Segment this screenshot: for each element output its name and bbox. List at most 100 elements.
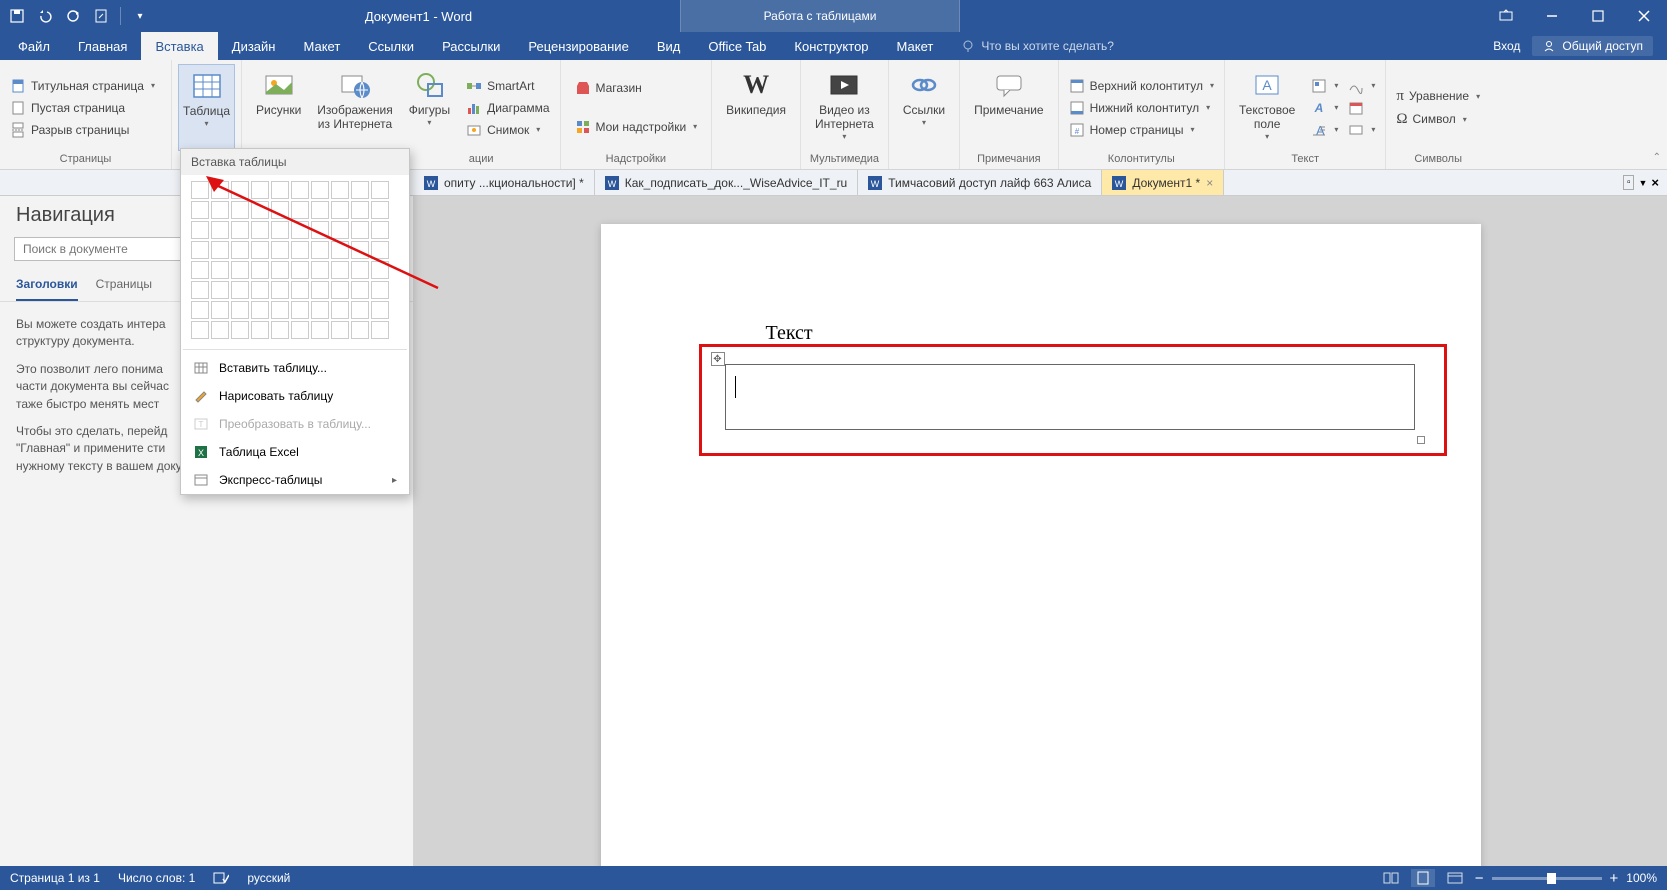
status-language[interactable]: русский (247, 871, 290, 885)
online-video-button[interactable]: Видео из Интернета▾ (807, 64, 882, 151)
footer-button[interactable]: Нижний колонтитул▾ (1065, 98, 1218, 118)
doc-tab-2[interactable]: WКак_подписать_док..._WiseAdvice_IT_ru (595, 170, 859, 195)
insert-table-menuitem[interactable]: Вставить таблицу... (181, 354, 409, 382)
table-grid-cell[interactable] (211, 281, 229, 299)
sign-in-link[interactable]: Вход (1493, 39, 1520, 53)
tab-list-icon[interactable]: ▼ (1638, 178, 1647, 188)
nav-tab-pages[interactable]: Страницы (96, 271, 152, 301)
wordart-button[interactable]: A▾ (1307, 98, 1342, 118)
spellcheck-icon[interactable] (213, 871, 229, 885)
table-grid-cell[interactable] (191, 301, 209, 319)
textbox-button[interactable]: AТекстовое поле▾ (1231, 64, 1303, 151)
table-grid-cell[interactable] (211, 321, 229, 339)
zoom-in-button[interactable]: + (1610, 870, 1619, 887)
table-grid-cell[interactable] (251, 241, 269, 259)
nav-tab-headings[interactable]: Заголовки (16, 271, 78, 301)
online-pictures-button[interactable]: Изображения из Интернета (309, 64, 400, 151)
comment-button[interactable]: Примечание (966, 64, 1051, 151)
read-mode-icon[interactable] (1379, 869, 1403, 887)
maximize-icon[interactable] (1575, 0, 1621, 32)
table-grid-cell[interactable] (351, 261, 369, 279)
table-grid-cell[interactable] (231, 181, 249, 199)
table-grid-cell[interactable] (331, 281, 349, 299)
tab-references[interactable]: Ссылки (354, 32, 428, 60)
table-grid-cell[interactable] (231, 261, 249, 279)
table-grid-cell[interactable] (291, 281, 309, 299)
doc-tab-4[interactable]: WДокумент1 *× (1102, 170, 1224, 195)
close-tab-icon[interactable]: × (1206, 176, 1213, 190)
tab-review[interactable]: Рецензирование (514, 32, 642, 60)
table-grid-cell[interactable] (351, 281, 369, 299)
table-grid-cell[interactable] (251, 321, 269, 339)
tab-layout2[interactable]: Макет (883, 32, 948, 60)
signature-button[interactable]: ▾ (1344, 76, 1379, 96)
table-grid-cell[interactable] (371, 221, 389, 239)
datetime-button[interactable] (1344, 98, 1379, 118)
tab-constructor[interactable]: Конструктор (780, 32, 882, 60)
touch-mode-icon[interactable] (92, 7, 110, 25)
table-grid-cell[interactable] (251, 181, 269, 199)
store-button[interactable]: Магазин (571, 78, 702, 98)
table-grid-cell[interactable] (251, 301, 269, 319)
table-grid-cell[interactable] (191, 221, 209, 239)
page-break-button[interactable]: Разрыв страницы (6, 120, 159, 140)
table-grid-cell[interactable] (311, 261, 329, 279)
table-grid-cell[interactable] (311, 241, 329, 259)
table-grid-cell[interactable] (191, 181, 209, 199)
draw-table-menuitem[interactable]: Нарисовать таблицу (181, 382, 409, 410)
table-grid-cell[interactable] (291, 261, 309, 279)
document-area[interactable]: Текст ✥ (414, 196, 1667, 866)
table-grid-cell[interactable] (371, 241, 389, 259)
table-grid-cell[interactable] (291, 221, 309, 239)
tab-insert[interactable]: Вставка (141, 32, 217, 60)
table-resize-handle[interactable] (1417, 436, 1425, 444)
table-grid-cell[interactable] (211, 221, 229, 239)
close-icon[interactable] (1621, 0, 1667, 32)
table-grid-cell[interactable] (231, 201, 249, 219)
table-grid-cell[interactable] (211, 201, 229, 219)
quickparts-button[interactable]: ▾ (1307, 76, 1342, 96)
table-grid-cell[interactable] (371, 261, 389, 279)
web-layout-icon[interactable] (1443, 869, 1467, 887)
doc-tab-3[interactable]: WТимчасовий доступ лайф 663 Алиса (858, 170, 1102, 195)
minimize-icon[interactable] (1529, 0, 1575, 32)
table-grid-cell[interactable] (231, 301, 249, 319)
table-grid-cell[interactable] (351, 201, 369, 219)
smartart-button[interactable]: SmartArt (462, 76, 553, 96)
table-grid-cell[interactable] (211, 181, 229, 199)
table-grid-cell[interactable] (191, 261, 209, 279)
table-grid-cell[interactable] (231, 281, 249, 299)
table-grid-cell[interactable] (271, 201, 289, 219)
table-grid-cell[interactable] (311, 321, 329, 339)
redo-icon[interactable] (64, 7, 82, 25)
tab-design[interactable]: Дизайн (218, 32, 290, 60)
table-grid-cell[interactable] (271, 221, 289, 239)
table-grid-cell[interactable] (331, 301, 349, 319)
tab-layout[interactable]: Макет (289, 32, 354, 60)
share-button[interactable]: Общий доступ (1532, 36, 1653, 56)
table-grid-cell[interactable] (291, 301, 309, 319)
symbol-button[interactable]: ΩСимвол▾ (1392, 109, 1484, 130)
pictures-button[interactable]: Рисунки (248, 64, 309, 151)
tell-me-search[interactable]: Что вы хотите сделать? (947, 32, 1479, 60)
links-button[interactable]: Ссылки▾ (895, 64, 953, 151)
table-grid-cell[interactable] (251, 261, 269, 279)
table-grid-cell[interactable] (351, 181, 369, 199)
tab-view[interactable]: Вид (643, 32, 695, 60)
table-grid-cell[interactable] (331, 181, 349, 199)
wikipedia-button[interactable]: WВикипедия (718, 64, 794, 151)
print-layout-icon[interactable] (1411, 869, 1435, 887)
table-grid-cell[interactable] (271, 181, 289, 199)
tab-file[interactable]: Файл (4, 32, 64, 60)
table-grid-cell[interactable] (311, 201, 329, 219)
tab-home[interactable]: Главная (64, 32, 141, 60)
table-grid-cell[interactable] (291, 241, 309, 259)
table-grid-cell[interactable] (271, 321, 289, 339)
quick-tables-menuitem[interactable]: Экспресс-таблицы▸ (181, 466, 409, 494)
status-words[interactable]: Число слов: 1 (118, 871, 195, 885)
zoom-slider[interactable] (1492, 877, 1602, 880)
table-grid-cell[interactable] (351, 241, 369, 259)
table-grid-cell[interactable] (211, 261, 229, 279)
table-size-grid[interactable] (181, 175, 409, 345)
table-grid-cell[interactable] (291, 321, 309, 339)
